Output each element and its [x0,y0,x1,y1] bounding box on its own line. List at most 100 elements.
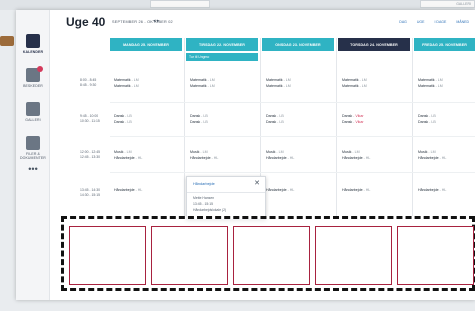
empty-slot[interactable] [315,226,392,285]
lesson-entry[interactable]: Dansk - LB [114,120,132,125]
lesson-teacher: LM [126,150,132,154]
lesson-entry[interactable]: Matematik - LM [418,78,443,83]
row-divider [110,172,475,173]
lesson-entry[interactable]: Dansk - LB [266,114,284,119]
popup-time: 13:45 - 15:15 [193,202,213,206]
lesson-entry[interactable]: Musik - LM [190,150,208,155]
lesson-teacher: LM [361,78,367,82]
lesson-entry[interactable]: Dansk - Vikar [342,120,364,125]
sidebar-item-calendar[interactable]: KALENDER [16,30,50,64]
lesson-entry[interactable]: Dansk - LB [190,114,208,119]
lesson-subject: Musik [418,150,428,154]
background-card: GALLERI [420,0,475,8]
popup-teacher: Mette Hansen [193,196,215,200]
lesson-entry[interactable]: Håndarbejde - HL [114,188,142,193]
time-slot: 8:00 - 8:45 8:45 - 9:30 [80,78,97,87]
image-icon [26,102,40,116]
empty-slot[interactable] [69,226,146,285]
lesson-subject: Matematik [114,84,131,88]
view-week-link[interactable]: UGE [417,20,425,24]
lesson-subject: Håndarbejde [266,156,287,160]
view-days-link[interactable]: I DAGE [434,20,446,24]
message-icon [26,66,43,82]
lesson-subject: Håndarbejde [418,188,439,192]
empty-slot[interactable] [151,226,228,285]
lesson-entry[interactable]: Musik - LM [114,150,132,155]
lesson-entry[interactable]: Dansk - LB [190,120,208,125]
view-day-link[interactable]: DAG [399,20,407,24]
lesson-teacher: HL [441,188,447,192]
lesson-entry[interactable]: Musik - LM [418,150,436,155]
lesson-entry[interactable]: Håndarbejde - HL [190,156,218,161]
lesson-entry[interactable]: Dansk - LB [418,120,436,125]
lesson-entry[interactable]: Matematik - LM [342,78,367,83]
close-icon[interactable]: ✕ [254,179,260,187]
sidebar-item-files[interactable]: FILER & DOKUMENTER [16,132,50,166]
lesson-teacher: LB [203,120,208,124]
lesson-subject: Matematik [114,78,131,82]
popup-title: Håndarbejde [193,182,215,186]
week-nav-arrows[interactable]: ◂ ▸ [153,18,159,24]
lesson-subject: Dansk [342,120,353,124]
sidebar-item-label: FILER & DOKUMENTER [20,152,46,160]
all-day-event[interactable]: Tur til Ungmo [186,53,258,61]
lesson-teacher: LB [127,120,132,124]
notification-badge [37,66,43,72]
popup-room: Håndarbejdslokale (2) [193,208,227,212]
lesson-subject: Dansk [342,114,353,118]
lesson-entry[interactable]: Matematik - LM [190,78,215,83]
empty-slot[interactable] [397,226,474,285]
lesson-teacher: LM [202,150,208,154]
lesson-subject: Matematik [342,84,359,88]
lesson-entry[interactable]: Matematik - LM [266,78,291,83]
background-strip [0,0,475,10]
lesson-entry[interactable]: Håndarbejde - HL [114,156,142,161]
lesson-entry[interactable]: Håndarbejde - HL [342,188,370,193]
lesson-subject: Håndarbejde [266,188,287,192]
lesson-entry[interactable]: Matematik - LM [266,84,291,89]
sidebar-item-gallery[interactable]: GALLERI [16,98,50,132]
sidebar-item-label: BESKEDER [23,84,43,88]
lesson-entry[interactable]: Dansk - Vikar [342,114,364,119]
lesson-entry[interactable]: Håndarbejde - HL [266,156,294,161]
day-header-tuesday[interactable]: TIRSDAG 22. NOVEMBER [186,38,258,51]
day-header-friday[interactable]: FREDAG 25. NOVEMBER [414,38,475,51]
lesson-entry[interactable]: Håndarbejde - HL [418,156,446,161]
lesson-subject: Dansk [114,120,125,124]
lesson-entry[interactable]: Håndarbejde - HL [266,188,294,193]
lesson-entry[interactable]: Musik - LM [266,150,284,155]
popup-divider [187,192,265,193]
lesson-teacher: HL [365,156,371,160]
lesson-teacher: LM [361,84,367,88]
lesson-subject: Dansk [190,120,201,124]
lesson-subject: Håndarbejde [342,156,363,160]
view-month-link[interactable]: MÅNED [456,20,469,24]
lesson-entry[interactable]: Dansk - LB [418,114,436,119]
lesson-entry[interactable]: Matematik - LM [114,84,139,89]
lesson-entry[interactable]: Musik - LM [342,150,360,155]
lesson-teacher: HL [137,156,143,160]
lesson-subject: Dansk [418,114,429,118]
lesson-subject: Musik [114,150,124,154]
lesson-teacher: LM [209,78,215,82]
lesson-teacher: LB [431,114,436,118]
lesson-subject: Matematik [190,84,207,88]
lesson-subject: Dansk [114,114,125,118]
lesson-subject: Musik [266,150,276,154]
sidebar-item-messages[interactable]: BESKEDER [16,64,50,98]
day-header-wednesday[interactable]: ONSDAG 23. NOVEMBER [262,38,334,51]
lesson-entry[interactable]: Matematik - LM [114,78,139,83]
lesson-entry[interactable]: Dansk - LB [114,114,132,119]
day-header-monday[interactable]: MANDAG 25. NOVEMBER [110,38,182,51]
day-header-thursday[interactable]: TORSDAG 24. NOVEMBER [338,38,410,51]
lesson-entry[interactable]: Dansk - LB [266,120,284,125]
lesson-teacher: LM [437,84,443,88]
lesson-entry[interactable]: Matematik - LM [342,84,367,89]
lesson-entry[interactable]: Matematik - LM [190,84,215,89]
lesson-entry[interactable]: Håndarbejde - HL [418,188,446,193]
lesson-entry[interactable]: Håndarbejde - HL [342,156,370,161]
screenshot-stage: GALLERI KALENDER BESKEDER GALLERI FILER … [0,0,475,311]
lesson-entry[interactable]: Matematik - LM [418,84,443,89]
more-icon[interactable]: ••• [16,163,50,179]
empty-slot[interactable] [233,226,310,285]
